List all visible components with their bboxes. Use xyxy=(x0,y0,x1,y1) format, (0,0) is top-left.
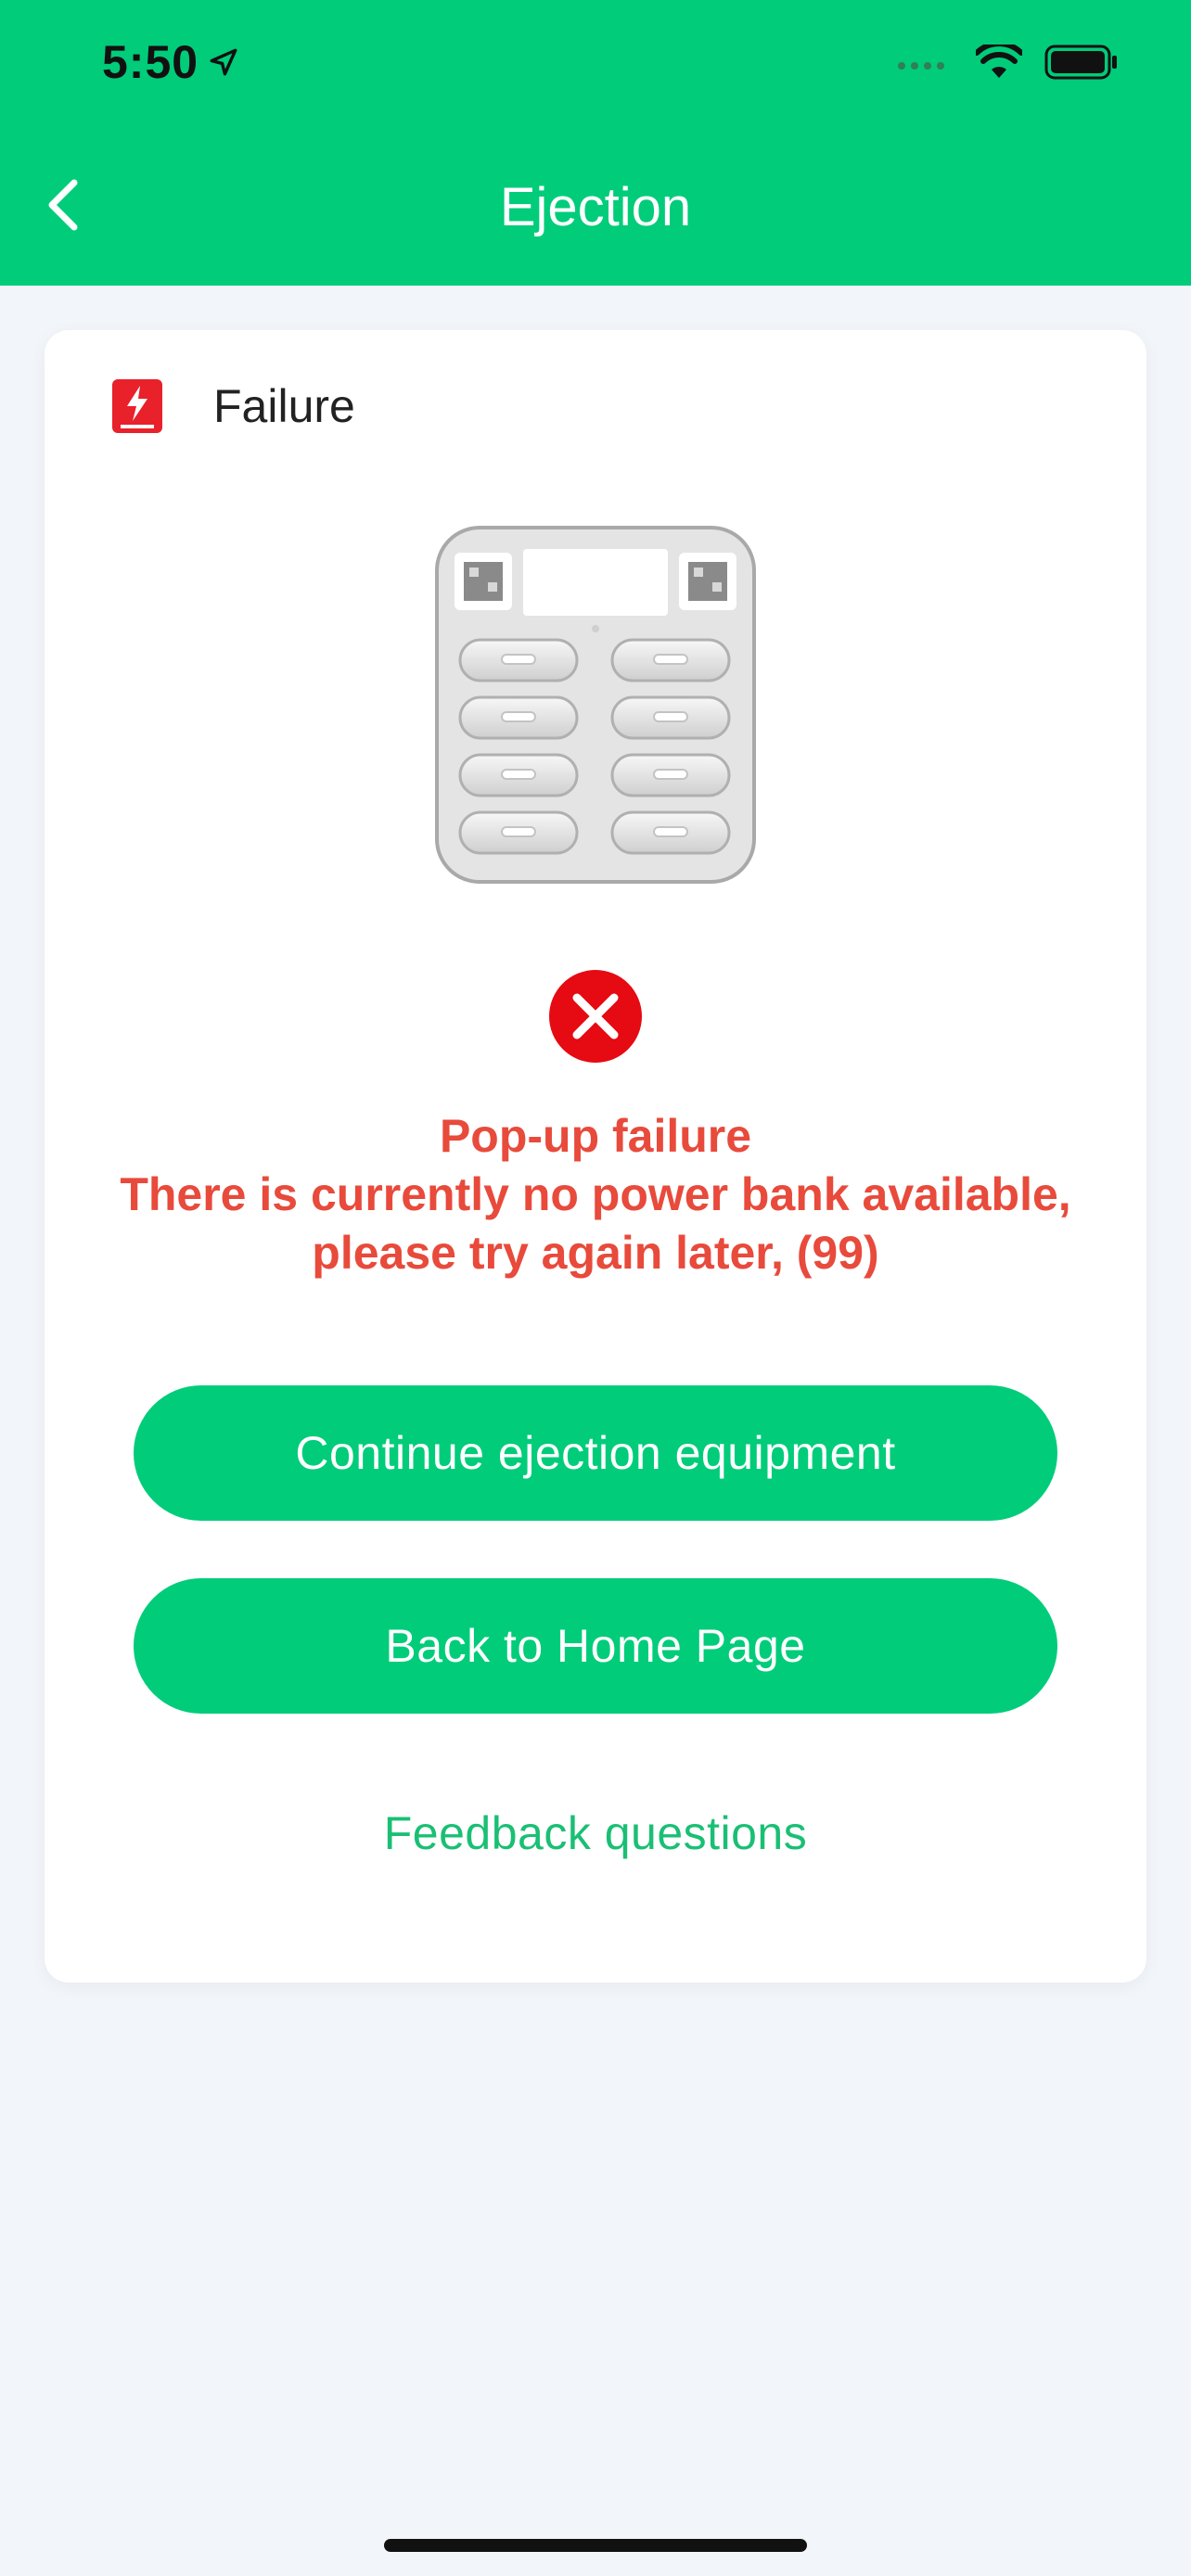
power-bank-icon xyxy=(112,379,162,433)
error-line-1: There is currently no power bank availab… xyxy=(120,1168,1071,1220)
feedback-questions-link[interactable]: Feedback questions xyxy=(45,1806,1146,1860)
page-title: Ejection xyxy=(499,177,692,237)
error-message: Pop-up failure There is currently no pow… xyxy=(45,1107,1146,1282)
top-bar: 5:50 Ejection xyxy=(0,0,1191,286)
status-label: Failure xyxy=(213,380,355,432)
status-time-text: 5:50 xyxy=(102,36,199,88)
power-bank-station-image xyxy=(435,526,756,884)
ejection-result-card: Failure Pop-up failure There is currentl… xyxy=(45,330,1146,1983)
location-arrow-icon xyxy=(210,48,237,76)
back-to-home-button[interactable]: Back to Home Page xyxy=(134,1578,1057,1714)
signal-icon xyxy=(898,62,944,70)
status-bar-time: 5:50 xyxy=(102,35,239,89)
status-bar-indicators xyxy=(896,45,1119,80)
status-row: Failure xyxy=(111,378,355,434)
wifi-icon xyxy=(976,45,1022,78)
battery-icon xyxy=(1044,45,1117,80)
error-title: Pop-up failure xyxy=(439,1110,752,1162)
close-circle-icon xyxy=(549,970,642,1063)
error-line-2: please try again later, (99) xyxy=(312,1227,879,1279)
continue-ejection-button[interactable]: Continue ejection equipment xyxy=(134,1385,1057,1521)
home-indicator[interactable] xyxy=(384,2539,807,2552)
